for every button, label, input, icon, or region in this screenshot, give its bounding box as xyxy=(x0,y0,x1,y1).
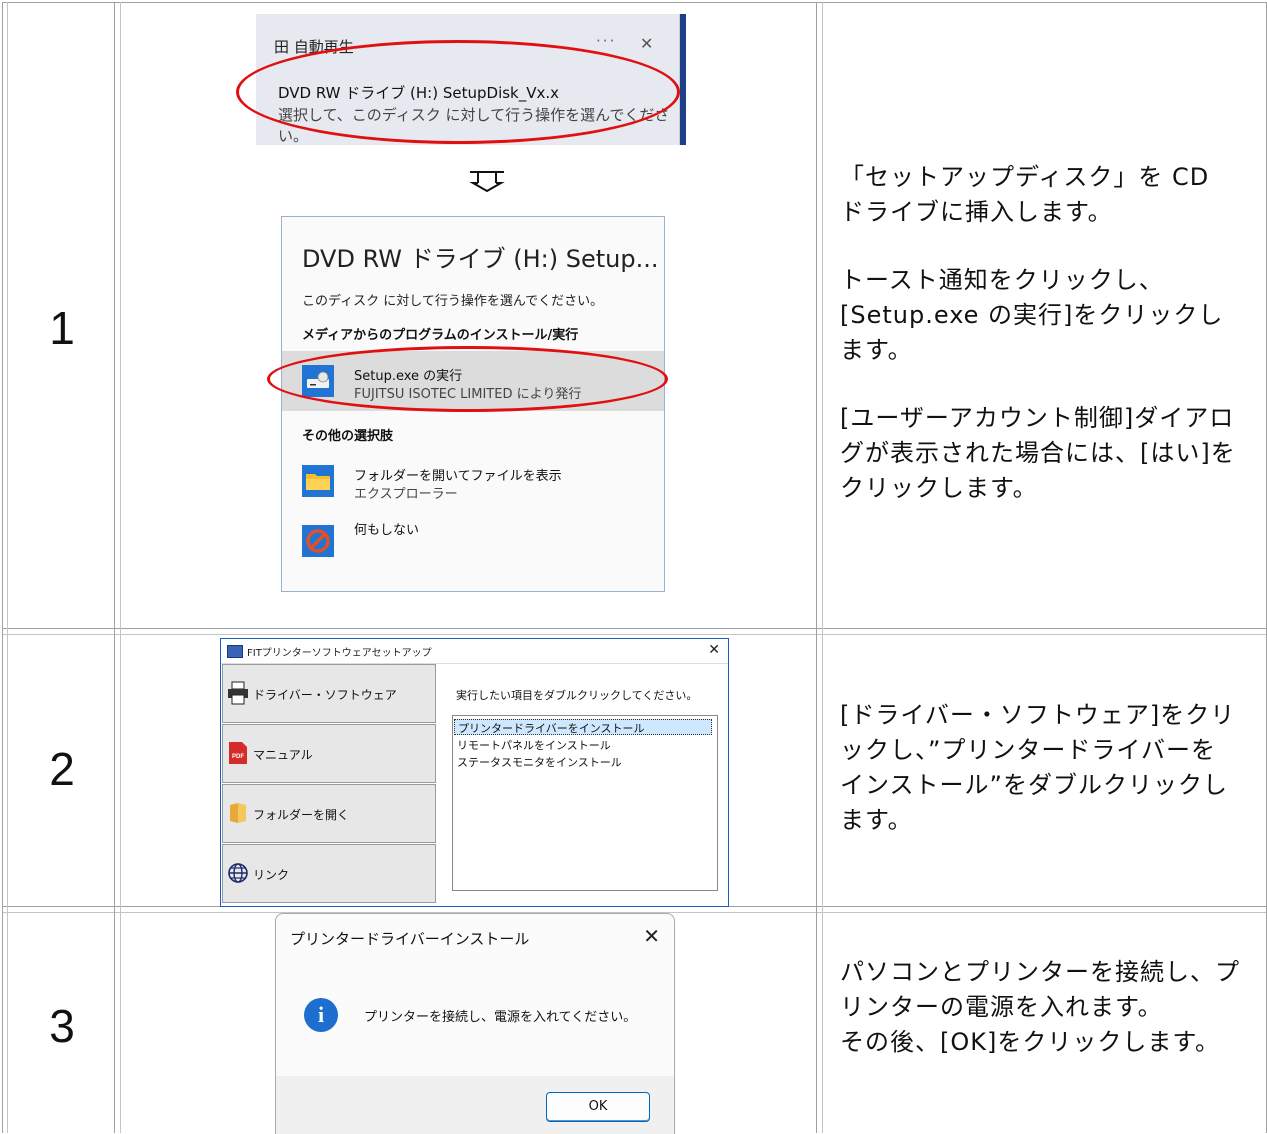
sidebar-item-label: ドライバー・ソフトウェア xyxy=(253,688,397,702)
step-number: 2 xyxy=(49,743,75,795)
list-item[interactable]: プリンタードライバーをインストール xyxy=(454,719,712,735)
description-paragraph: [ドライバー・ソフトウェア]をクリックし、”プリンタードライバーをインストール”… xyxy=(840,701,1236,834)
column-divider xyxy=(114,2,115,1133)
option-label: フォルダーを開いてファイルを表示 xyxy=(354,469,562,484)
section-heading: その他の選択肢 xyxy=(302,429,394,444)
sidebar-item-driver-software[interactable]: ドライバー・ソフトウェア xyxy=(222,664,436,723)
column-divider xyxy=(120,2,121,1133)
description-paragraph: その後、[OK]をクリックします。 xyxy=(840,1028,1220,1056)
row-divider xyxy=(2,628,1267,629)
more-icon[interactable]: ··· xyxy=(596,32,616,50)
column-divider xyxy=(816,2,817,1133)
pdf-icon: PDF xyxy=(229,742,247,764)
open-folder-option[interactable]: フォルダーを開いてファイルを表示 エクスプローラー xyxy=(282,451,664,511)
arrow-down-icon xyxy=(469,171,505,192)
option-label: 何もしない xyxy=(354,523,420,538)
table-border-left xyxy=(2,2,3,1133)
close-icon[interactable]: ✕ xyxy=(643,924,660,948)
description-paragraph: トースト通知をクリックし、[Setup.exe の実行]をクリックします。 xyxy=(840,266,1224,364)
instruction-text: 実行したい項目をダブルクリックしてください。 xyxy=(456,689,698,702)
sidebar-item-label: リンク xyxy=(253,868,290,882)
step-number: 1 xyxy=(49,302,75,354)
app-icon xyxy=(227,645,243,658)
dialog-message: プリンターを接続し、電源を入れてください。 xyxy=(364,1010,637,1025)
title-bar: FITプリンターソフトウェアセットアップ ✕ xyxy=(221,639,728,664)
folder-icon xyxy=(230,803,246,823)
do-nothing-option[interactable]: 何もしない xyxy=(282,511,664,571)
step-description: パソコンとプリンターを接続し、プリンターの電源を入れます。 その後、[OK]をク… xyxy=(840,955,1240,1060)
sidebar-item-label: フォルダーを開く xyxy=(253,808,350,822)
option-sublabel: エクスプローラー xyxy=(354,487,458,502)
step-description: [ドライバー・ソフトウェア]をクリックし、”プリンタードライバーをインストール”… xyxy=(840,698,1240,838)
highlight-ellipse xyxy=(267,346,668,412)
section-heading: メディアからのプログラムのインストール/実行 xyxy=(302,328,579,343)
row-divider xyxy=(2,634,1267,635)
step-description: 「セットアップディスク」を CD ドライブに挿入します。 トースト通知をクリック… xyxy=(840,160,1240,506)
sidebar-item-label: マニュアル xyxy=(253,748,313,762)
description-paragraph: 「セットアップディスク」を CD ドライブに挿入します。 xyxy=(840,163,1210,226)
list-item[interactable]: ステータスモニタをインストール xyxy=(457,754,622,770)
ok-button[interactable]: OK xyxy=(546,1092,650,1122)
description-paragraph: [ユーザーアカウント制御]ダイアログが表示された場合には、[はい]をクリックしま… xyxy=(840,404,1236,502)
printer-icon xyxy=(228,681,248,705)
install-listbox[interactable]: プリンタードライバーをインストール リモートパネルをインストール ステータスモニ… xyxy=(452,715,718,891)
close-icon[interactable]: ✕ xyxy=(640,34,653,53)
description-paragraph: パソコンとプリンターを接続し、プリンターの電源を入れます。 xyxy=(840,958,1240,1021)
table-border-top xyxy=(2,2,1267,3)
highlight-ellipse xyxy=(236,40,680,144)
column-divider xyxy=(7,2,8,1133)
pdf-badge: PDF xyxy=(232,754,244,760)
close-icon[interactable]: ✕ xyxy=(708,642,720,658)
info-icon: i xyxy=(304,998,338,1032)
sidebar-item-open-folder[interactable]: フォルダーを開く xyxy=(222,784,436,843)
list-item[interactable]: リモートパネルをインストール xyxy=(457,737,611,753)
sidebar-item-manual[interactable]: PDF マニュアル xyxy=(222,724,436,783)
dialog-subtitle: このディスク に対して行う操作を選んでください。 xyxy=(302,294,604,309)
window-title: FITプリンターソフトウェアセットアップ xyxy=(247,648,432,659)
dialog-footer: OK xyxy=(276,1076,674,1134)
globe-icon xyxy=(228,863,248,883)
column-divider xyxy=(822,2,823,1133)
dialog-title: DVD RW ドライブ (H:) Setup... xyxy=(302,245,659,273)
sidebar-item-link[interactable]: リンク xyxy=(222,844,436,903)
step-number: 3 xyxy=(49,1000,75,1052)
setup-window: FITプリンターソフトウェアセットアップ ✕ ドライバー・ソフトウェア PDF … xyxy=(220,638,729,907)
printer-driver-install-dialog: プリンタードライバーインストール ✕ i プリンターを接続し、電源を入れてくださ… xyxy=(275,913,675,1134)
folder-icon xyxy=(302,465,334,497)
prohibited-icon xyxy=(302,525,334,557)
dialog-title: プリンタードライバーインストール xyxy=(290,930,530,948)
